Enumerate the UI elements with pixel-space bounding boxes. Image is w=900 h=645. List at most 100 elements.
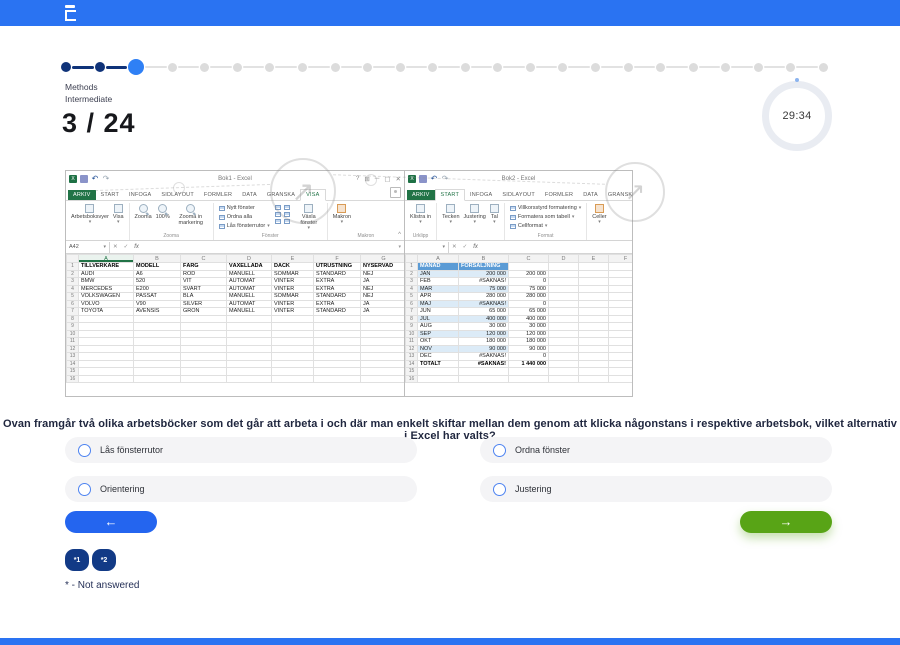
sheet-cell — [609, 353, 634, 361]
sheet-cell — [579, 368, 609, 376]
progress-dot-19[interactable] — [656, 63, 665, 72]
row-number: 14 — [406, 360, 418, 368]
sheet-cell — [361, 338, 406, 346]
progress-dot-7[interactable] — [265, 63, 274, 72]
progress-dot-6[interactable] — [233, 63, 242, 72]
sheet-cell: FEB — [418, 278, 459, 286]
progress-dot-24[interactable] — [819, 63, 828, 72]
tab-arkiv: ARKIV — [68, 190, 96, 200]
progress-dot-1[interactable] — [61, 62, 71, 72]
tal-button: Tal▾ — [490, 204, 499, 225]
radio-icon[interactable] — [78, 444, 91, 457]
progress-dot-9[interactable] — [331, 63, 340, 72]
radio-icon[interactable] — [493, 444, 506, 457]
confirm-icon: ✓ — [124, 244, 129, 250]
sheet-cell: 280 000 — [459, 293, 509, 301]
progress-connector — [601, 66, 623, 69]
answer-option-4[interactable]: Justering — [480, 476, 832, 502]
sheet-cell: SOMMAR — [272, 293, 314, 301]
progress-dot-17[interactable] — [591, 63, 600, 72]
sheet-cell — [272, 338, 314, 346]
column-header-E: E — [272, 255, 314, 263]
progress-dot-14[interactable] — [493, 63, 502, 72]
progress-dot-8[interactable] — [298, 63, 307, 72]
sheet-cell — [181, 323, 227, 331]
sheet-cell — [361, 368, 406, 376]
progress-dot-2[interactable] — [95, 62, 105, 72]
progress-dot-12[interactable] — [428, 63, 437, 72]
tab-granska: GRANSKA — [262, 190, 300, 200]
sheet-cell — [227, 338, 272, 346]
question-image: X ↶ ↷ Bok1 - Excel ? ⊞ ─ ▢ ✕ ARKIVSTARTI… — [65, 170, 633, 397]
sheet-cell: 400 000 — [509, 315, 549, 323]
sheet-cell — [79, 375, 134, 383]
sheet-cell: AUTOMAT — [227, 300, 272, 308]
progress-dot-21[interactable] — [721, 63, 730, 72]
sheet-cell — [79, 338, 134, 346]
sheet-cell: SEP — [418, 330, 459, 338]
sheet-cell — [272, 323, 314, 331]
name-box: ▾ — [405, 242, 449, 253]
worksheet-bok1: ABCDEFG1TILLVERKAREMODELLFÄRGVÄXELLÅDADÄ… — [66, 254, 404, 383]
radio-icon[interactable] — [78, 483, 91, 496]
sheet-cell — [227, 375, 272, 383]
progress-dot-18[interactable] — [624, 63, 633, 72]
progress-dot-13[interactable] — [461, 63, 470, 72]
row-number: 16 — [67, 375, 79, 383]
sheet-cell — [227, 353, 272, 361]
conditional-formatting-icon — [510, 206, 516, 211]
sheet-cell — [459, 375, 509, 383]
sheet-cell — [609, 263, 634, 271]
back-button[interactable]: ← — [65, 511, 157, 533]
arbetsboksvyer-button: Arbetsboksvyer▾ — [71, 204, 109, 225]
macros-icon — [337, 204, 346, 213]
next-button[interactable]: → — [740, 511, 832, 533]
sheet-cell: TILLVERKARE — [79, 263, 134, 271]
progress-dot-3[interactable] — [128, 59, 144, 75]
row-number: 5 — [67, 293, 79, 301]
maximize-icon: ▢ — [384, 175, 390, 183]
progress-dot-5[interactable] — [200, 63, 209, 72]
sheet-cell: JUL — [418, 315, 459, 323]
row-number: 9 — [406, 323, 418, 331]
row-number: 10 — [67, 330, 79, 338]
progress-dot-16[interactable] — [558, 63, 567, 72]
sheet-cell: EXTRA — [314, 285, 361, 293]
progress-dot-11[interactable] — [396, 63, 405, 72]
sheet-cell — [314, 360, 361, 368]
sheet-cell — [579, 263, 609, 271]
sheet-cell — [79, 330, 134, 338]
flagged-question-button-1[interactable]: *1 — [65, 549, 89, 571]
sheet-cell — [549, 323, 579, 331]
sheet-cell: VOLKSWAGEN — [79, 293, 134, 301]
progress-dot-15[interactable] — [526, 63, 535, 72]
sheet-cell: MANUELL — [227, 293, 272, 301]
answer-option-1[interactable]: Lås fönsterrutor — [65, 437, 417, 463]
sheet-cell — [79, 315, 134, 323]
sheet-cell: 75 000 — [509, 285, 549, 293]
row-number: 7 — [406, 308, 418, 316]
sheet-cell — [509, 375, 549, 383]
progress-dot-23[interactable] — [786, 63, 795, 72]
formula-bar: ▾ ✕ ✓ fx — [405, 241, 632, 254]
select-all-corner — [67, 255, 79, 263]
radio-icon[interactable] — [493, 483, 506, 496]
sheet-cell — [609, 285, 634, 293]
sheet-cell — [361, 315, 406, 323]
sheet-cell — [549, 368, 579, 376]
sheet-cell — [181, 375, 227, 383]
answer-option-3[interactable]: Orientering — [65, 476, 417, 502]
progress-dot-10[interactable] — [363, 63, 372, 72]
sheet-cell — [361, 375, 406, 383]
sheet-cell: NEJ — [361, 293, 406, 301]
sheet-cell: A6 — [134, 270, 181, 278]
question-number: 3 / 24 — [62, 108, 136, 139]
progress-dot-4[interactable] — [168, 63, 177, 72]
flagged-question-button-2[interactable]: *2 — [92, 549, 116, 571]
progress-dot-22[interactable] — [754, 63, 763, 72]
progress-dot-20[interactable] — [689, 63, 698, 72]
sheet-cell: 120 000 — [459, 330, 509, 338]
row-number: 13 — [406, 353, 418, 361]
answer-option-2[interactable]: Ordna fönster — [480, 437, 832, 463]
column-header-G: G — [361, 255, 406, 263]
